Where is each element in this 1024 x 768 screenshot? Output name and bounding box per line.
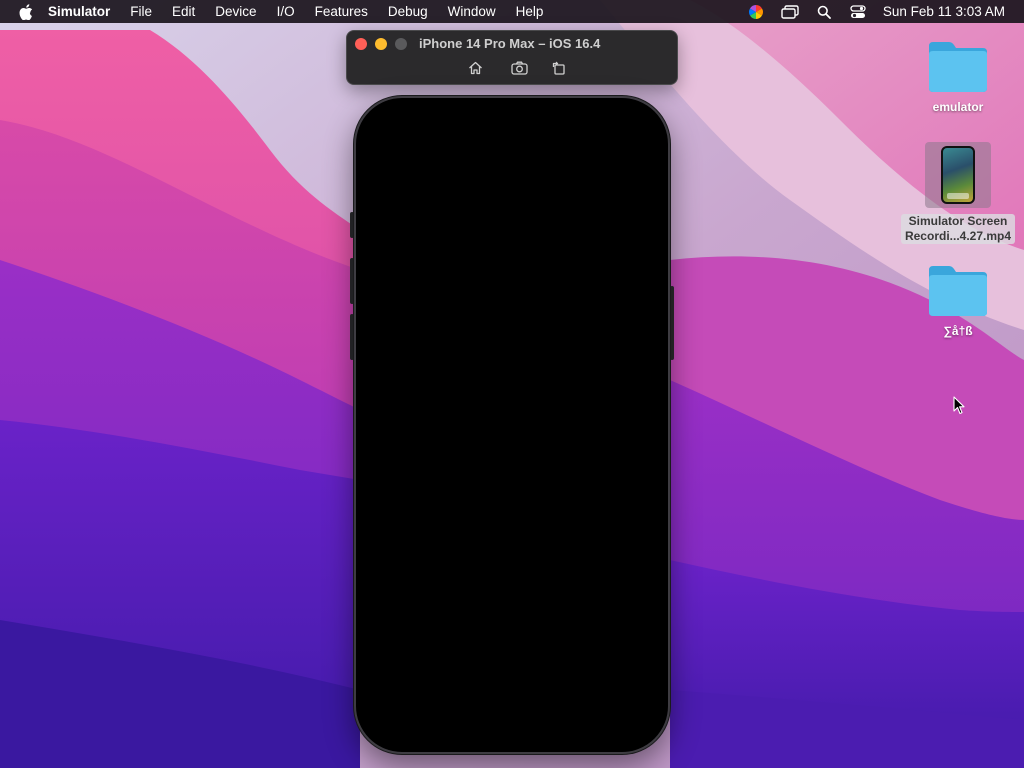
video-thumbnail-phone	[941, 146, 975, 204]
control-center-icon[interactable]	[849, 3, 867, 21]
video-thumbnail	[925, 142, 991, 208]
menu-bar: Simulator File Edit Device I/O Features …	[0, 0, 1024, 23]
home-icon[interactable]	[465, 59, 485, 77]
desktop-icon-label-line2: Recordi...4.27.mp4	[904, 229, 1012, 243]
menu-file[interactable]: File	[120, 0, 162, 23]
window-minimize-button[interactable]	[375, 38, 387, 50]
apple-logo-icon[interactable]	[18, 0, 34, 23]
folder-icon	[929, 266, 987, 316]
simulator-window-toolbar[interactable]: iPhone 14 Pro Max – iOS 16.4	[346, 30, 678, 85]
window-close-button[interactable]	[355, 38, 367, 50]
rotate-icon[interactable]	[549, 59, 569, 77]
desktop-folder-symbols[interactable]: ∑å†ß	[898, 262, 1018, 339]
menu-help[interactable]: Help	[506, 0, 554, 23]
menu-features[interactable]: Features	[305, 0, 378, 23]
folder-icon	[929, 42, 987, 92]
menu-edit[interactable]: Edit	[162, 0, 205, 23]
search-icon[interactable]	[815, 3, 833, 21]
menu-device[interactable]: Device	[205, 0, 266, 23]
menu-window[interactable]: Window	[438, 0, 506, 23]
mouse-pointer-icon	[953, 396, 965, 415]
desktop: Simulator File Edit Device I/O Features …	[0, 0, 1024, 768]
device-power-button[interactable]	[670, 286, 674, 360]
desktop-folder-emulator[interactable]: emulator	[898, 38, 1018, 115]
desktop-icon-label: emulator	[932, 100, 984, 114]
desktop-icon-label: ∑å†ß	[943, 324, 973, 338]
desktop-icon-label-selected: Simulator Screen Recordi...4.27.mp4	[900, 214, 1016, 244]
menu-debug[interactable]: Debug	[378, 0, 438, 23]
color-wheel-icon[interactable]	[747, 3, 765, 21]
screenshot-icon[interactable]	[509, 59, 529, 77]
app-menu-simulator[interactable]: Simulator	[34, 0, 120, 23]
window-title: iPhone 14 Pro Max – iOS 16.4	[419, 36, 601, 51]
iphone-device-screen[interactable]	[354, 96, 670, 754]
video-thumbnail-dock	[947, 193, 969, 199]
desktop-file-screen-recording[interactable]: Simulator Screen Recordi...4.27.mp4	[898, 142, 1018, 244]
menu-clock[interactable]: Sun Feb 11 3:03 AM	[875, 0, 1024, 23]
screen-mirroring-icon[interactable]	[781, 3, 799, 21]
window-zoom-button[interactable]	[395, 38, 407, 50]
menu-io[interactable]: I/O	[267, 0, 305, 23]
desktop-icon-label-line1: Simulator Screen	[908, 214, 1008, 228]
